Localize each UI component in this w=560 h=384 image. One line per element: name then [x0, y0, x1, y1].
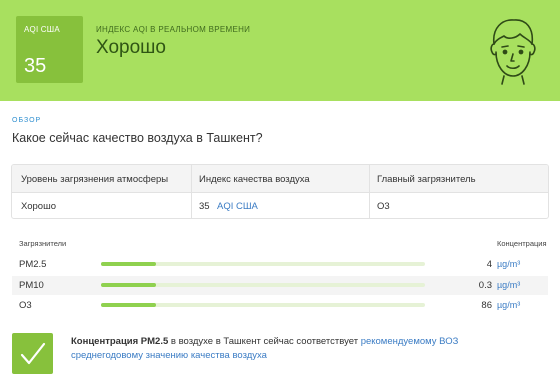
aqi-badge-value: 35 [24, 55, 47, 77]
header-main-pollutant: Главный загрязнитель [377, 174, 476, 185]
pollutant-unit[interactable]: µg/m³ [497, 259, 520, 269]
who-recommendation-text: Концентрация PM2.5 в воздухе в Ташкент с… [71, 335, 481, 363]
pollutant-level-fill [101, 262, 157, 266]
concentration-label: Концентрация [497, 239, 547, 248]
header-aqi-index: Индекс качества воздуха [199, 174, 310, 185]
pollutant-value: 0.3 [478, 280, 492, 291]
summary-table: Уровень загрязнения атмосферы Индекс кач… [11, 164, 549, 219]
aqi-banner: AQI США 35 ИНДЕКС AQI В РЕАЛЬНОМ ВРЕМЕНИ… [0, 0, 560, 101]
pollutant-level-bar [101, 262, 425, 266]
aqi-status-title: Хорошо [96, 37, 166, 58]
pollutant-name: PM10 [19, 280, 44, 291]
pollutant-row: PM10 0.3 µg/m³ [12, 276, 548, 295]
pollutant-level-fill [101, 283, 157, 287]
recommendation-text: в воздухе в Ташкент сейчас соответствует [168, 336, 361, 347]
pollutant-row: O3 86 µg/m³ [12, 296, 548, 315]
cell-pollution-level: Хорошо [21, 201, 56, 212]
pollutant-level-bar [101, 283, 425, 287]
aqi-badge-label: AQI США [24, 25, 60, 34]
happy-face-icon [490, 19, 536, 85]
pollutant-unit[interactable]: µg/m³ [497, 280, 520, 290]
good-quality-badge [12, 333, 53, 374]
header-pollution-level: Уровень загрязнения атмосферы [21, 174, 169, 185]
pollutant-unit[interactable]: µg/m³ [497, 300, 520, 310]
pollutant-name: O3 [19, 300, 32, 311]
cell-aqi-value: 35 [199, 201, 210, 212]
pollutant-row: PM2.5 4 µg/m³ [12, 255, 548, 274]
column-divider [191, 165, 192, 218]
cell-main-pollutant: O3 [377, 201, 390, 212]
column-divider [369, 165, 370, 218]
page-question-heading: Какое сейчас качество воздуха в Ташкент? [12, 131, 263, 145]
pollutant-value: 86 [481, 300, 492, 311]
pollutant-value: 4 [486, 259, 492, 270]
pollutant-level-fill [101, 303, 157, 307]
overview-tag: ОБЗОР [12, 117, 42, 124]
aqi-badge: AQI США 35 [16, 16, 83, 83]
realtime-aqi-subtitle: ИНДЕКС AQI В РЕАЛЬНОМ ВРЕМЕНИ [96, 25, 251, 34]
pollutant-name: PM2.5 [19, 259, 47, 270]
pollutant-level-bar [101, 303, 425, 307]
recommendation-bold: Концентрация PM2.5 [71, 336, 169, 347]
aqi-us-link[interactable]: AQI США [217, 201, 258, 212]
pollutants-label: Загрязнители [19, 239, 67, 248]
cell-aqi-index: 35 AQI США [199, 201, 258, 212]
checkmark-icon [20, 342, 46, 365]
